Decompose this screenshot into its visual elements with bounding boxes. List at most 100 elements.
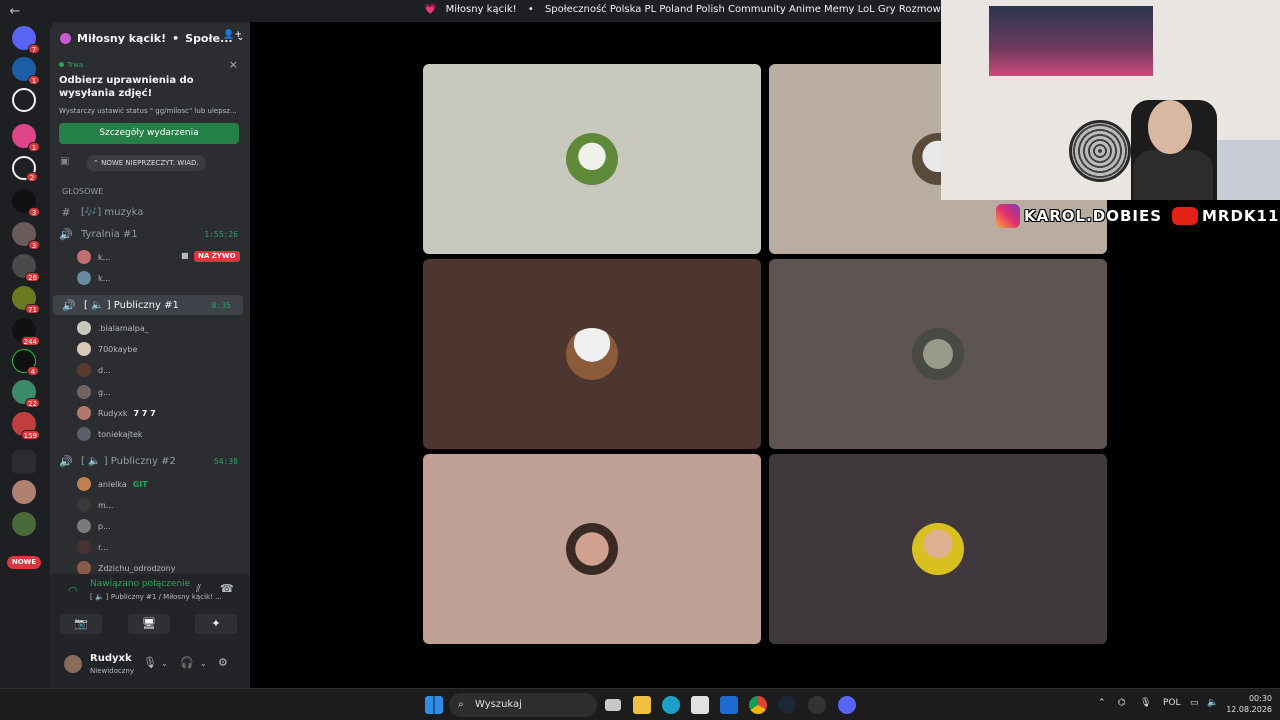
user-status: Niewidoczny — [90, 667, 134, 675]
signal-icon[interactable]: ◠ — [68, 584, 78, 597]
event-details-button[interactable]: Szczegóły wydarzenia — [59, 123, 239, 144]
close-icon[interactable]: × — [229, 58, 238, 71]
member-name: anielka — [98, 479, 127, 489]
voice-member[interactable]: d... — [77, 361, 111, 379]
server-header[interactable]: Miłosny kącik! • Społe... ⌄ 👤+ — [50, 22, 250, 54]
clock[interactable]: 00:30 12.08.2026 — [1224, 693, 1272, 715]
taskbar-search[interactable]: ⌕ Wyszukaj — [449, 693, 597, 717]
username[interactable]: Rudyxk — [90, 653, 132, 664]
server-icon[interactable]: 3 — [12, 222, 40, 250]
event-status: Trwa — [59, 61, 83, 69]
instagram-icon — [996, 204, 1020, 228]
monitor-icon[interactable]: ▭ — [1190, 698, 1199, 708]
language-indicator[interactable]: POL — [1163, 698, 1181, 708]
badge: 244 — [20, 336, 40, 346]
voice-status[interactable]: Nawiązano połączenie — [90, 579, 190, 589]
server-icon[interactable]: 2 — [12, 156, 38, 182]
volume-icon[interactable]: 🔈 — [1207, 698, 1218, 708]
outlook-icon[interactable] — [720, 696, 738, 714]
channel-name: [🎶] muzyka — [81, 206, 144, 218]
new-unread-pill[interactable]: ⌃ NOWE NIEPRZECZYT. WIAD. — [86, 155, 206, 171]
channel-publiczny-1[interactable]: 🔊 [ 🔈 ] Publiczny #1 8:35 — [53, 295, 243, 315]
channel-sidebar: Miłosny kącik! • Społe... ⌄ 👤+ Trwa × Od… — [50, 22, 250, 688]
voice-member[interactable]: r... — [77, 538, 108, 556]
server-icon[interactable]: 1 — [12, 124, 40, 152]
server-icon[interactable]: 1 — [12, 57, 40, 85]
server-icon[interactable]: 159 — [12, 412, 40, 440]
instagram-text: KAROL.DOBIES — [1024, 207, 1163, 225]
badge: 26 — [25, 272, 40, 282]
chevron-down-icon[interactable]: ⌄ — [161, 659, 168, 668]
avatar — [77, 250, 91, 264]
edge-icon[interactable] — [662, 696, 680, 714]
server-icon[interactable]: 26 — [12, 254, 40, 282]
participant-tile[interactable] — [769, 454, 1107, 644]
voice-member[interactable]: g... — [77, 383, 111, 401]
network-icon[interactable]: ⌬ — [1118, 698, 1126, 708]
participant-tile[interactable] — [423, 454, 761, 644]
server-icon[interactable] — [12, 480, 36, 504]
badge: 3 — [28, 240, 40, 250]
steam-icon[interactable] — [778, 696, 796, 714]
invite-people-icon[interactable]: 👤+ — [223, 30, 242, 40]
server-icon[interactable] — [12, 88, 36, 112]
badge: 1 — [28, 142, 40, 152]
voice-member[interactable]: m... — [77, 496, 113, 514]
streamer-body — [1133, 150, 1213, 200]
participant-tile[interactable] — [769, 259, 1107, 449]
server-icon[interactable] — [12, 512, 36, 536]
home-icon[interactable]: 7 — [12, 26, 40, 54]
avatar — [912, 328, 964, 380]
server-icon[interactable]: 3 — [12, 189, 40, 217]
channel-publiczny-2[interactable]: 🔊 [ 🔈 ] Publiczny #2 54:38 — [50, 451, 250, 471]
streamer-head — [1148, 100, 1192, 154]
disconnect-icon[interactable]: ☎ — [220, 582, 234, 595]
folder-icon[interactable] — [12, 450, 36, 474]
category-voice[interactable]: GŁOSOWE — [62, 187, 103, 196]
voice-member[interactable]: k... — [77, 269, 110, 287]
voice-channel[interactable]: [ 🔈 ] Publiczny #1 / Miłosny kącik! ... — [90, 593, 222, 601]
participant-tile[interactable] — [423, 64, 761, 254]
microphone-icon[interactable]: 🎙 — [1140, 698, 1151, 708]
badge: 7 — [28, 44, 40, 54]
avatar — [912, 523, 964, 575]
voice-member[interactable]: p... — [77, 517, 111, 535]
chevron-up-icon[interactable]: ⌃ — [1098, 698, 1106, 708]
avatar — [566, 328, 618, 380]
channel-timer: 8:35 — [211, 300, 231, 310]
voice-member[interactable]: 700kaybe — [77, 340, 137, 358]
voice-member[interactable]: k... — [77, 248, 110, 266]
server-icon[interactable]: 22 — [12, 380, 40, 408]
voice-member[interactable]: .bialamalpa_ — [77, 319, 149, 337]
server-icon[interactable]: 4 — [12, 349, 39, 376]
avatar[interactable] — [64, 655, 82, 673]
voice-member[interactable]: anielka GIT — [77, 475, 148, 493]
camera-button[interactable]: 📷 — [60, 614, 102, 634]
windows-start-icon[interactable] — [425, 696, 443, 714]
server-rail: 7 1 1 2 3 3 26 71 244 4 22 159 NOWE — [0, 22, 50, 688]
task-view-icon[interactable] — [605, 699, 621, 711]
channel-tyralnia[interactable]: 🔊 Tyralnia #1 1:55:26 — [50, 224, 250, 244]
headset-icon[interactable]: 🎧 — [180, 656, 194, 669]
discord-icon[interactable] — [838, 696, 856, 714]
new-servers-pill[interactable]: NOWE — [7, 556, 41, 569]
settings-gear-icon[interactable]: ⚙ — [218, 656, 228, 669]
app-icon[interactable] — [808, 696, 826, 714]
channel-muzyka[interactable]: # [🎶] muzyka — [50, 202, 250, 222]
participant-tile[interactable] — [423, 259, 761, 449]
voice-member[interactable]: Rudyxk 7 7 7 — [77, 404, 156, 422]
chevron-down-icon[interactable]: ⌄ — [200, 659, 207, 668]
wall-painting — [989, 6, 1153, 76]
chrome-icon[interactable] — [749, 696, 767, 714]
store-icon[interactable] — [691, 696, 709, 714]
screen-share-button[interactable]: 🖥 — [128, 614, 170, 634]
member-name: r... — [98, 542, 109, 552]
file-explorer-icon[interactable] — [633, 696, 651, 714]
server-icon[interactable]: 71 — [12, 286, 40, 314]
back-arrow-icon[interactable]: ← — [0, 4, 30, 19]
voice-member[interactable]: toniekajtek — [77, 425, 143, 443]
noise-suppression-icon[interactable]: ⫽ — [196, 582, 201, 596]
microphone-icon[interactable]: 🎙 — [143, 656, 157, 669]
activities-button[interactable]: ✦ — [195, 614, 237, 634]
server-icon[interactable]: 244 — [12, 318, 40, 346]
